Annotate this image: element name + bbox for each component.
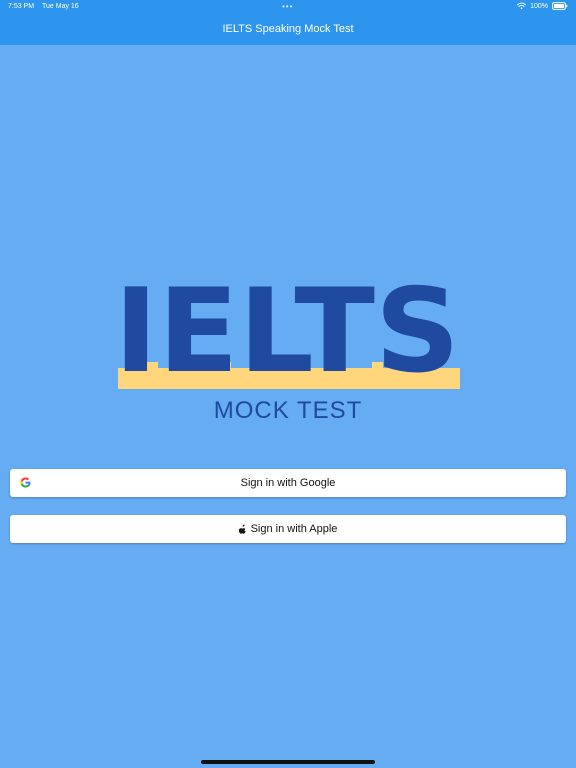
ielts-logo: IELTS MOCK TEST bbox=[112, 270, 464, 430]
logo-subtitle: MOCK TEST bbox=[213, 397, 363, 424]
logo-ielts-text: IELTS bbox=[114, 270, 460, 392]
ielts-logo-graphic: IELTS bbox=[114, 270, 460, 392]
wifi-icon bbox=[517, 2, 527, 10]
status-bar: 7:53 PM Tue May 16 ••• 100% bbox=[0, 0, 576, 14]
battery-percent: 100% bbox=[530, 2, 548, 10]
apple-sign-in-button[interactable]: Sign in with Apple bbox=[10, 515, 566, 543]
status-time: 7:53 PM bbox=[8, 3, 35, 10]
home-indicator[interactable] bbox=[201, 760, 375, 764]
multitasking-dots[interactable]: ••• bbox=[282, 2, 293, 11]
page-title: IELTS Speaking Mock Test bbox=[222, 23, 354, 35]
apple-icon bbox=[238, 524, 246, 534]
status-date: Tue May 16 bbox=[42, 3, 79, 10]
google-sign-in-label: Sign in with Google bbox=[240, 477, 336, 489]
status-right-group: 100% bbox=[517, 2, 568, 10]
apple-sign-in-content: Sign in with Apple bbox=[10, 522, 566, 536]
apple-sign-in-label: Sign in with Apple bbox=[250, 523, 338, 535]
google-sign-in-button[interactable]: Sign in with Google bbox=[10, 469, 566, 497]
battery-icon bbox=[552, 2, 568, 10]
